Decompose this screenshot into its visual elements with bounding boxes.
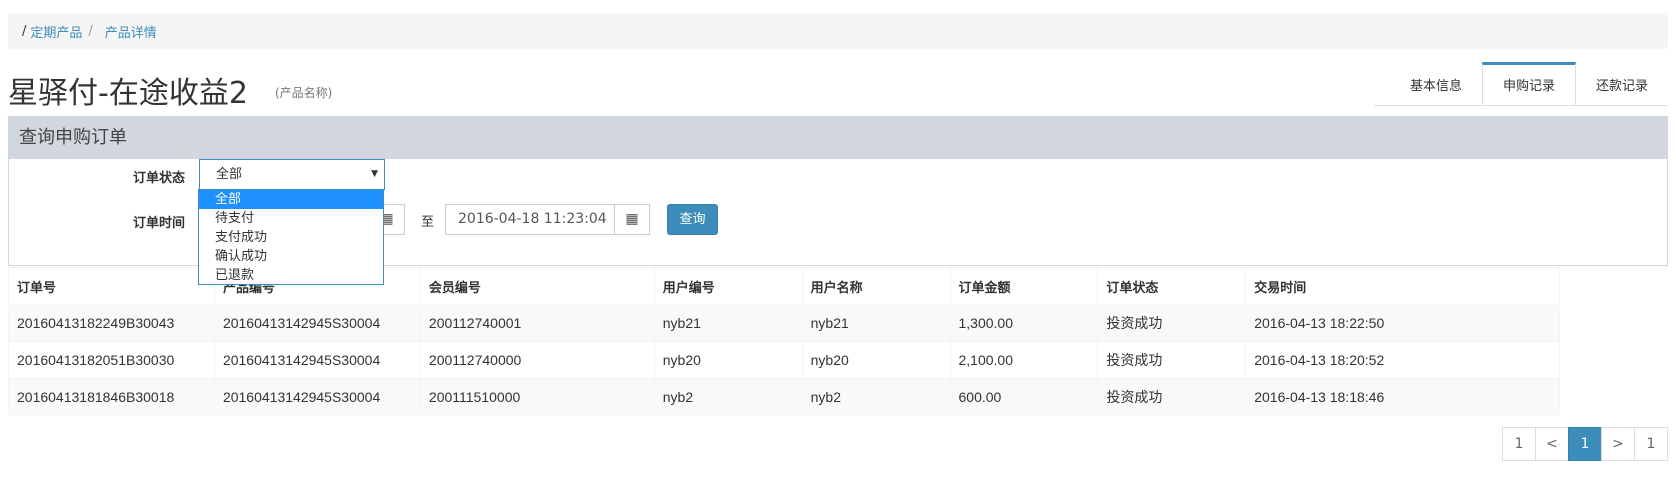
column-header-status[interactable]: 订单状态 — [1097, 267, 1247, 305]
cell-user-no: nyb20 — [653, 341, 803, 379]
option-pending-payment[interactable]: 待支付 — [199, 209, 383, 228]
tab-bar: 基本信息 申购记录 还款记录 — [1390, 62, 1668, 106]
end-time-input[interactable]: 2016-04-18 11:23:04 — [445, 204, 615, 235]
cell-status: 投资成功 — [1097, 304, 1247, 342]
cell-user-name: nyb21 — [801, 304, 951, 342]
table-row: 20160413181846B30018 20160413142945S3000… — [8, 378, 1560, 416]
breadcrumb-root-separator: / — [22, 23, 27, 39]
pagination-next[interactable]: > — [1601, 427, 1635, 461]
page-title: 星驿付-在途收益2 — [8, 76, 248, 111]
calendar-icon[interactable]: ▦ — [614, 204, 650, 235]
cell-amount: 2,100.00 — [949, 341, 1099, 379]
cell-product-no: 20160413142945S30004 — [213, 304, 421, 342]
pagination: 1 < 1 > 1 — [1502, 427, 1668, 461]
cell-order-no: 20160413181846B30018 — [8, 378, 215, 416]
order-status-label: 订单状态 — [133, 171, 186, 186]
cell-amount: 600.00 — [949, 378, 1099, 416]
tab-purchase-records[interactable]: 申购记录 — [1481, 62, 1576, 106]
search-panel-title: 查询申购订单 — [9, 117, 1667, 159]
cell-member-no: 200111510000 — [419, 378, 655, 416]
table-row: 20160413182249B30043 20160413142945S3000… — [8, 304, 1560, 342]
column-header-order-no[interactable]: 订单号 — [8, 267, 215, 305]
order-status-select[interactable]: 全部 ▼ — [199, 159, 385, 190]
cell-amount: 1,300.00 — [949, 304, 1099, 342]
tab-basic-info[interactable]: 基本信息 — [1390, 62, 1482, 106]
option-all[interactable]: 全部 — [199, 190, 383, 209]
tab-repayment-records[interactable]: 还款记录 — [1576, 62, 1668, 106]
column-header-user-no[interactable]: 用户编号 — [653, 267, 803, 305]
order-status-dropdown: 全部 待支付 支付成功 确认成功 已退款 — [198, 189, 384, 285]
cell-user-name: nyb2 — [801, 378, 951, 416]
page-subtitle: (产品名称) — [275, 86, 333, 100]
pagination-first[interactable]: 1 — [1502, 427, 1536, 461]
cell-status: 投资成功 — [1097, 341, 1247, 379]
cell-user-name: nyb20 — [801, 341, 951, 379]
breadcrumb: / 定期产品 / 产品详情 — [8, 13, 1668, 49]
pagination-current-page[interactable]: 1 — [1568, 427, 1602, 461]
cell-member-no: 200112740000 — [419, 341, 655, 379]
cell-status: 投资成功 — [1097, 378, 1247, 416]
breadcrumb-link-fixed-products[interactable]: 定期产品 — [30, 22, 82, 41]
column-header-amount[interactable]: 订单金额 — [949, 267, 1099, 305]
cell-user-no: nyb21 — [653, 304, 803, 342]
caret-down-icon: ▼ — [371, 169, 378, 179]
cell-product-no: 20160413142945S30004 — [213, 341, 421, 379]
pagination-prev[interactable]: < — [1535, 427, 1569, 461]
column-header-user-name[interactable]: 用户名称 — [801, 267, 951, 305]
cell-trade-time: 2016-04-13 18:20:52 — [1245, 341, 1560, 379]
query-button[interactable]: 查询 — [667, 204, 718, 235]
cell-trade-time: 2016-04-13 18:18:46 — [1245, 378, 1560, 416]
order-time-label: 订单时间 — [133, 216, 186, 231]
option-refunded[interactable]: 已退款 — [199, 266, 383, 285]
table-row: 20160413182051B30030 20160413142945S3000… — [8, 341, 1560, 379]
column-header-trade-time[interactable]: 交易时间 — [1245, 267, 1560, 305]
cell-order-no: 20160413182249B30043 — [8, 304, 215, 342]
cell-order-no: 20160413182051B30030 — [8, 341, 215, 379]
option-confirm-success[interactable]: 确认成功 — [199, 247, 383, 266]
breadcrumb-separator: / — [88, 23, 93, 39]
pagination-last[interactable]: 1 — [1634, 427, 1668, 461]
order-status-value: 全部 — [216, 167, 243, 182]
column-header-member-no[interactable]: 会员编号 — [419, 267, 655, 305]
tabs-divider — [1374, 105, 1668, 106]
cell-product-no: 20160413142945S30004 — [213, 378, 421, 416]
cell-member-no: 200112740001 — [419, 304, 655, 342]
orders-table: 订单号 产品编号 会员编号 用户编号 用户名称 订单金额 订单状态 交易时间 2… — [8, 267, 1560, 416]
to-label: 至 — [421, 215, 435, 230]
cell-trade-time: 2016-04-13 18:22:50 — [1245, 304, 1560, 342]
option-payment-success[interactable]: 支付成功 — [199, 228, 383, 247]
cell-user-no: nyb2 — [653, 378, 803, 416]
breadcrumb-link-product-detail[interactable]: 产品详情 — [105, 22, 157, 41]
